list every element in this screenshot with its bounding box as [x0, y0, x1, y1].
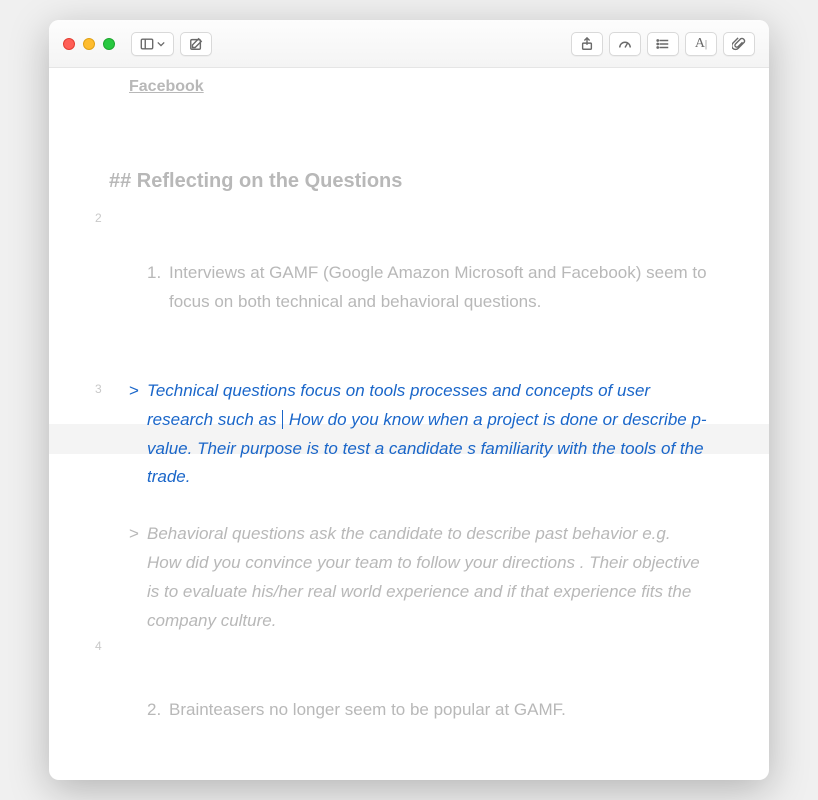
line-number: 2	[95, 211, 695, 225]
close-window-button[interactable]	[63, 38, 75, 50]
blockquote[interactable]: > Behavioral questions ask the candidate…	[109, 520, 709, 636]
format-icon: A|	[695, 36, 707, 52]
blockquote-active[interactable]: > Technical questions focus on tools pro…	[109, 377, 709, 493]
quote-marker: >	[129, 377, 139, 406]
zoom-window-button[interactable]	[103, 38, 115, 50]
list-item-text: Brainteasers no longer seem to be popula…	[169, 700, 566, 719]
list-item-text: Interviews at GAMF (Google Amazon Micros…	[169, 263, 707, 311]
share-button[interactable]	[571, 32, 603, 56]
stats-button[interactable]	[609, 32, 641, 56]
chevron-down-icon	[157, 37, 165, 51]
breadcrumb-link[interactable]: Facebook	[129, 78, 709, 96]
document-page: Facebook 2 ## Reflecting on the Question…	[49, 78, 769, 755]
minimize-window-button[interactable]	[83, 38, 95, 50]
format-button[interactable]: A|	[685, 32, 717, 56]
list-item[interactable]: 2.Brainteasers no longer seem to be popu…	[109, 696, 709, 725]
paperclip-icon	[732, 37, 746, 51]
app-window: A| Facebook 2 ## Reflecting on the Quest…	[49, 20, 769, 780]
list-number: 1.	[147, 259, 169, 288]
outline-button[interactable]	[647, 32, 679, 56]
toolbar-left	[131, 32, 212, 56]
toolbar-right: A|	[571, 32, 755, 56]
quote-text: Behavioral questions ask the candidate t…	[147, 524, 700, 630]
sidebar-icon	[140, 37, 154, 51]
line-number: 4	[95, 639, 695, 653]
sidebar-toggle-button[interactable]	[131, 32, 174, 56]
share-icon	[580, 37, 594, 51]
quote-marker: >	[129, 520, 139, 549]
gauge-icon	[618, 37, 632, 51]
section-heading[interactable]: ## Reflecting on the Questions	[109, 170, 709, 193]
attachments-button[interactable]	[723, 32, 755, 56]
compose-button[interactable]	[180, 32, 212, 56]
editor-content[interactable]: Facebook 2 ## Reflecting on the Question…	[49, 68, 769, 780]
list-item[interactable]: 1.Interviews at GAMF (Google Amazon Micr…	[109, 259, 709, 317]
compose-icon	[189, 37, 203, 51]
titlebar: A|	[49, 20, 769, 68]
window-controls	[63, 38, 115, 50]
list-number: 2.	[147, 696, 169, 725]
list-icon	[656, 37, 670, 51]
